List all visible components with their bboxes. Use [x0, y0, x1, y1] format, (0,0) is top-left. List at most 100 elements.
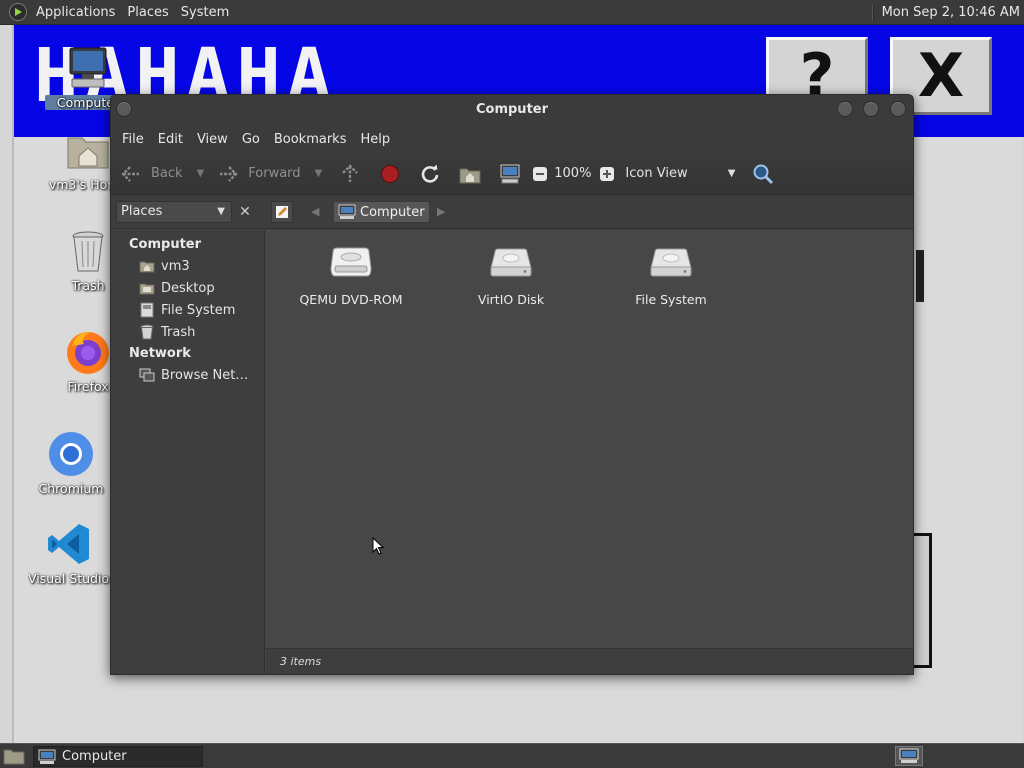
- workspace-switcher[interactable]: [895, 746, 923, 766]
- menu-bookmarks[interactable]: Bookmarks: [267, 132, 354, 147]
- menu-help[interactable]: Help: [353, 132, 397, 147]
- network-icon: [139, 367, 155, 383]
- breadcrumb-computer[interactable]: Computer: [333, 201, 430, 223]
- minimize-button[interactable]: [837, 101, 853, 117]
- sidebar-item-vm3[interactable]: vm3: [111, 255, 264, 277]
- desktop-icon-label: Chromium: [38, 481, 104, 496]
- forward-arrow-icon: [216, 162, 240, 186]
- clock[interactable]: Mon Sep 2, 10:46 AM: [882, 5, 1024, 20]
- view-mode-select[interactable]: Icon View ▼: [625, 159, 735, 189]
- file-item-label: VirtIO Disk: [477, 292, 545, 307]
- toggle-location-entry-button[interactable]: [271, 201, 293, 223]
- background-fragment: [912, 533, 932, 668]
- file-manager-window: Computer File Edit View Go Bookmarks Hel…: [110, 94, 914, 675]
- menu-view[interactable]: View: [190, 132, 235, 147]
- menu-bar: File Edit View Go Bookmarks Help: [111, 125, 913, 153]
- search-icon: [751, 162, 775, 186]
- computer-icon: [899, 748, 919, 763]
- breadcrumb-scroll-right-icon[interactable]: ▶: [437, 201, 445, 223]
- file-item-virtio-disk[interactable]: VirtIO Disk: [436, 246, 586, 307]
- window-title: Computer: [475, 102, 549, 117]
- background-fragment: [916, 250, 924, 302]
- zoom-in-button[interactable]: [595, 159, 619, 189]
- file-item-label: File System: [635, 292, 707, 307]
- back-arrow-icon: [119, 162, 143, 186]
- sidebar-item-label: Desktop: [161, 280, 215, 296]
- zoom-in-icon: [595, 162, 619, 186]
- file-item-qemu-dvd-rom[interactable]: QEMU DVD-ROM: [276, 246, 426, 307]
- sidebar-item-desktop[interactable]: Desktop: [111, 277, 264, 299]
- search-button[interactable]: [751, 159, 775, 189]
- menu-go[interactable]: Go: [235, 132, 267, 147]
- computer-icon: [38, 749, 56, 764]
- home-button[interactable]: [458, 159, 482, 189]
- desktop-icon-vscode[interactable]: Visual Studio Code: [28, 520, 110, 586]
- view-mode-label: Icon View: [625, 166, 688, 181]
- menu-file[interactable]: File: [115, 132, 151, 147]
- mouse-cursor-icon: [372, 536, 385, 559]
- back-history-arrow-icon[interactable]: ▼: [197, 168, 205, 179]
- file-item-file-system[interactable]: File System: [596, 246, 746, 307]
- trash-icon: [139, 324, 155, 340]
- sidebar-item-trash[interactable]: Trash: [111, 321, 264, 343]
- maximize-button[interactable]: [863, 101, 879, 117]
- applications-menu[interactable]: Applications: [30, 0, 121, 25]
- computer-icon: [498, 162, 522, 186]
- sidebar-heading-network: Network: [129, 346, 191, 361]
- places-menu[interactable]: Places: [121, 0, 174, 25]
- sidebar-type-label: Places: [121, 204, 163, 219]
- location-bar: Places ▼ ✕ ◀ Computer ▶: [111, 195, 913, 229]
- close-sidebar-icon[interactable]: ✕: [235, 201, 255, 223]
- file-view[interactable]: QEMU DVD-ROM VirtIO Disk File System: [266, 230, 913, 648]
- breadcrumb-scroll-left-icon[interactable]: ◀: [311, 201, 319, 223]
- home-folder-icon: [64, 126, 112, 174]
- sidebar-item-label: Trash: [161, 324, 196, 340]
- panel-tray: [925, 744, 1024, 768]
- desktop-icon: [139, 280, 155, 296]
- vscode-icon: [45, 520, 93, 568]
- close-window-button[interactable]: [890, 101, 906, 117]
- filesystem-icon: [139, 302, 155, 318]
- zoom-out-button[interactable]: [528, 159, 552, 189]
- reload-button[interactable]: [418, 159, 442, 189]
- taskbar-item-computer[interactable]: Computer: [33, 746, 203, 767]
- home-folder-icon: [139, 258, 155, 274]
- sidebar-item-label: Browse Net…: [161, 367, 249, 383]
- computer-icon: [338, 204, 356, 219]
- sidebar-type-select[interactable]: Places ▼: [116, 201, 232, 223]
- sidebar-item-file-system[interactable]: File System: [111, 299, 264, 321]
- forward-button[interactable]: Forward: [216, 159, 301, 189]
- desktop-icon-label: Visual Studio Code: [28, 571, 110, 586]
- trash-icon: [64, 227, 112, 275]
- stop-button[interactable]: [378, 159, 402, 189]
- zoom-level[interactable]: 100%: [554, 159, 591, 189]
- computer-button[interactable]: [498, 159, 522, 189]
- sidebar-item-browse-network[interactable]: Browse Net…: [111, 364, 264, 386]
- reload-icon: [418, 162, 442, 186]
- sidebar-item-label: File System: [161, 302, 236, 318]
- back-button[interactable]: Back: [119, 159, 183, 189]
- back-label: Back: [151, 166, 183, 181]
- system-menu[interactable]: System: [175, 0, 235, 25]
- distro-logo-icon[interactable]: [8, 2, 28, 22]
- sidebar-item-label: vm3: [161, 258, 190, 274]
- clock-area: Mon Sep 2, 10:46 AM: [871, 0, 1024, 25]
- home-folder-icon: [458, 162, 482, 186]
- up-button[interactable]: [338, 159, 362, 189]
- forward-history-arrow-icon[interactable]: ▼: [315, 168, 323, 179]
- title-bar[interactable]: Computer: [111, 95, 913, 125]
- dropdown-arrow-icon: ▼: [217, 206, 225, 217]
- taskbar-item-label: Computer: [62, 749, 127, 764]
- chromium-icon: [47, 430, 95, 478]
- edit-icon: [276, 206, 288, 218]
- panel-separator: [871, 4, 874, 21]
- show-desktop-icon[interactable]: [3, 747, 25, 765]
- desktop-icon-chromium[interactable]: Chromium: [28, 430, 114, 496]
- toolbar: Back ▼ Forward ▼ 100% Icon View ▼: [111, 153, 913, 195]
- up-arrow-icon: [338, 162, 362, 186]
- bottom-panel: Computer: [0, 743, 1024, 768]
- sidebar-heading-computer: Computer: [129, 237, 202, 252]
- status-bar: 3 items: [266, 648, 913, 674]
- menu-edit[interactable]: Edit: [151, 132, 190, 147]
- places-sidebar: Computer vm3 Desktop File System Trash N…: [111, 230, 265, 674]
